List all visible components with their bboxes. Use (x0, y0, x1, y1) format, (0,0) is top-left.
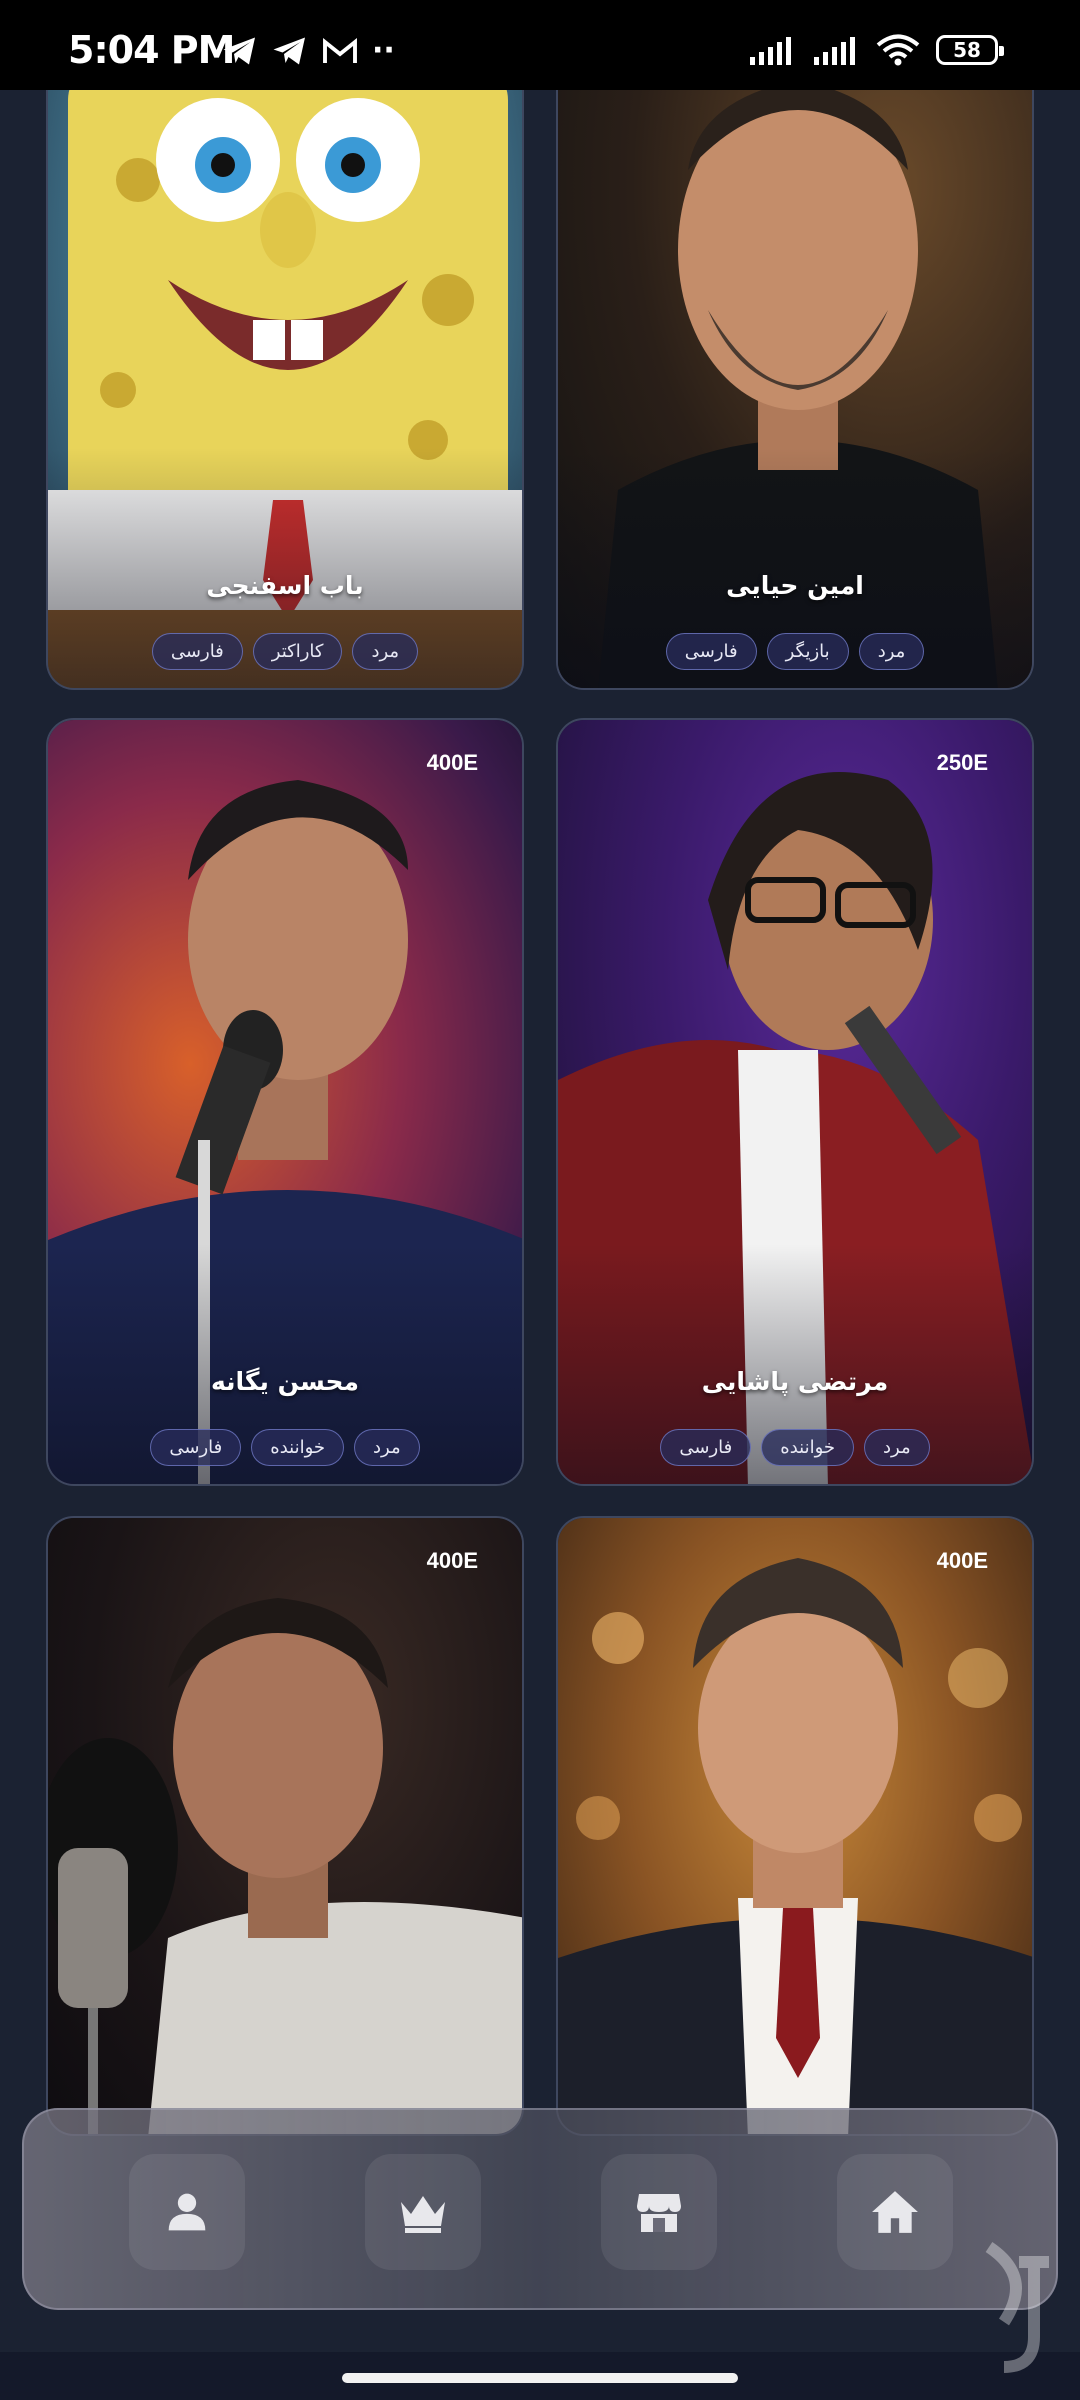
watermark-logo (985, 2242, 1049, 2373)
tag-list: مرد خواننده فارسی (48, 1429, 522, 1466)
system-icons: 58 (748, 34, 1004, 66)
tag-gender: مرد (864, 1429, 930, 1466)
wifi-icon (876, 34, 920, 66)
more-dots-icon: ·· (372, 33, 395, 68)
tag-list: مرد خواننده فارسی (558, 1429, 1032, 1466)
tag-gender: مرد (354, 1429, 420, 1466)
signal-icon (750, 37, 791, 65)
signal-icon (814, 37, 855, 65)
tag-gender: مرد (858, 633, 925, 670)
tag-language: فارسی (150, 1429, 242, 1466)
status-bar: 5:04 PM ·· 58 (0, 0, 1080, 90)
nav-store-button[interactable] (601, 2154, 717, 2270)
character-card[interactable]: 400E محسن یگانه مرد خواننده فارسی (46, 718, 524, 1486)
price-label: 250E (936, 750, 988, 775)
character-photo (48, 1518, 522, 2134)
nav-profile-button[interactable] (129, 2154, 245, 2270)
notification-icons: ·· (222, 36, 395, 66)
nav-premium-button[interactable] (365, 2154, 481, 2270)
price-label: 400E (426, 1548, 478, 1573)
character-card[interactable]: امین حیایی مرد بازیگر فارسی (556, 60, 1034, 690)
profile-icon (168, 2193, 206, 2231)
tag-language: فارسی (660, 1429, 752, 1466)
character-name: محسن یگانه (211, 1367, 359, 1396)
character-card[interactable]: باب اسفنجی مرد کاراکتر فارسی (46, 60, 524, 690)
character-photo (558, 1518, 1032, 2134)
character-card[interactable]: 250E مرتضی پاشایی مرد خواننده فارسی (556, 718, 1034, 1486)
tag-category: بازیگر (766, 633, 849, 670)
character-card[interactable]: 400E (46, 1516, 524, 2136)
home-indicator[interactable] (342, 2373, 738, 2383)
nav-home-button[interactable] (837, 2154, 953, 2270)
character-name: باب اسفنجی (206, 571, 364, 600)
bottom-navigation (22, 2108, 1058, 2310)
price-label: 400E (936, 1548, 988, 1573)
home-icon (872, 2191, 918, 2233)
status-time: 5:04 PM (68, 28, 235, 72)
tag-list: مرد بازیگر فارسی (558, 633, 1032, 670)
telegram-icon (223, 37, 255, 65)
crown-icon (401, 2196, 445, 2233)
battery-level: 58 (953, 38, 981, 62)
store-icon (637, 2194, 681, 2232)
telegram-icon (273, 37, 305, 65)
character-card[interactable]: 400E (556, 1516, 1034, 2136)
tag-category: خواننده (761, 1429, 855, 1466)
price-label: 400E (426, 750, 478, 775)
tag-language: فارسی (151, 633, 243, 670)
gmail-icon (323, 37, 357, 63)
battery-icon: 58 (936, 35, 1004, 65)
tag-gender: مرد (352, 633, 419, 670)
tag-list: مرد کاراکتر فارسی (48, 633, 522, 670)
character-name: مرتضی پاشایی (701, 1367, 889, 1396)
tag-language: فارسی (665, 633, 757, 670)
character-name: امین حیایی (726, 571, 864, 600)
tag-category: خواننده (251, 1429, 345, 1466)
tag-category: کاراکتر (252, 633, 343, 670)
